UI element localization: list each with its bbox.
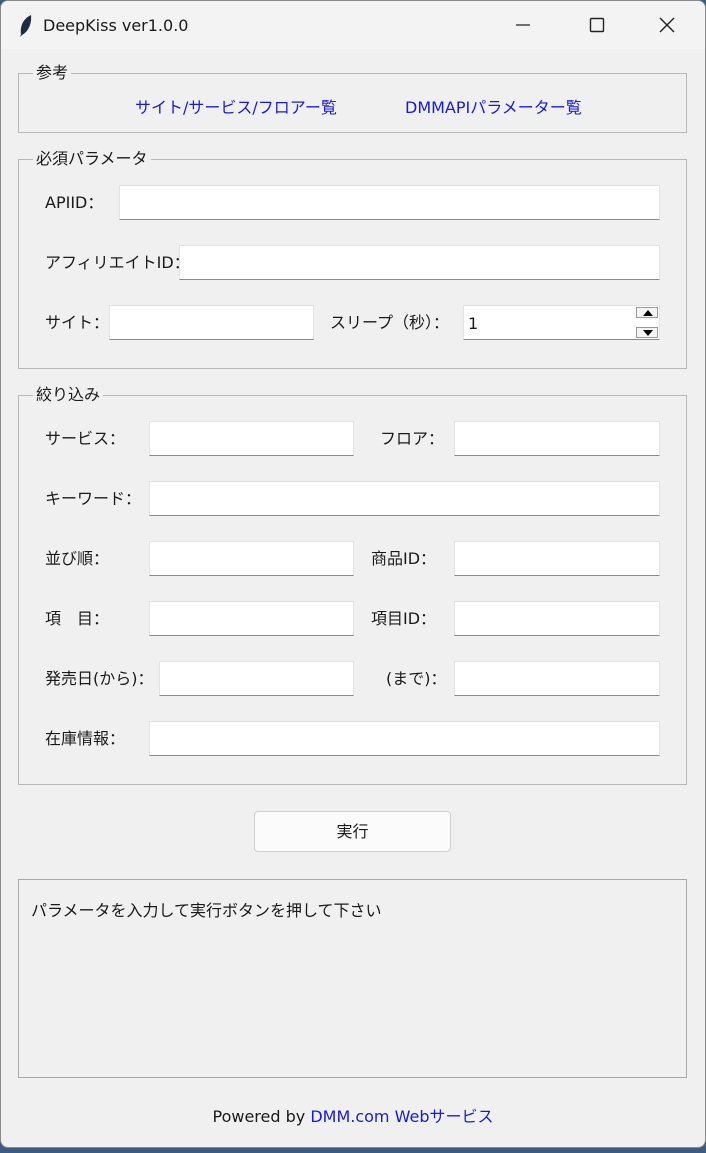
floor-input[interactable]	[454, 421, 660, 456]
release-date-to-label: (まで)：	[386, 669, 447, 688]
required-params-group: 必須パラメータ APIID： アフィリエイトID： サイト： スリープ（秒）： …	[18, 149, 687, 369]
powered-by-text: Powered by	[212, 1107, 306, 1126]
sort-label: 並び順：	[45, 549, 110, 568]
output-textarea[interactable]: パラメータを入力して実行ボタンを押して下さい	[18, 879, 687, 1078]
product-id-input[interactable]	[454, 541, 660, 576]
spin-down-button[interactable]	[636, 327, 658, 338]
title-bar: DeepKiss ver1.0.0	[1, 1, 705, 49]
triangle-up-icon	[643, 310, 653, 316]
product-id-label: 商品ID：	[371, 549, 437, 568]
spin-up-button[interactable]	[636, 307, 658, 318]
dmm-webservice-link[interactable]: DMM.com Webサービス	[310, 1107, 493, 1126]
app-window: DeepKiss ver1.0.0 参考 サイト/サービス/フロアー覧 DMMA…	[0, 0, 706, 1148]
minimize-icon	[516, 24, 530, 26]
service-input[interactable]	[149, 421, 354, 456]
filter-group: 絞り込み サービス： フロア： キーワード： 並び順： 商品ID： 項 目： 項…	[18, 385, 687, 785]
sleep-seconds-label: スリープ（秒）：	[330, 313, 450, 332]
triangle-down-icon	[643, 330, 653, 336]
release-date-from-input[interactable]	[159, 661, 354, 696]
status-message: パラメータを入力して実行ボタンを押して下さい	[31, 901, 382, 920]
stock-info-input[interactable]	[149, 721, 660, 756]
stock-info-label: 在庫情報：	[45, 729, 126, 748]
affiliate-id-input[interactable]	[179, 245, 660, 280]
keyword-label: キーワード：	[45, 489, 142, 508]
footer: Powered by DMM.com Webサービス	[1, 1103, 705, 1127]
minimize-button[interactable]	[493, 1, 553, 49]
filter-legend: 絞り込み	[33, 385, 104, 405]
reference-group: 参考 サイト/サービス/フロアー覧 DMMAPIパラメーター覧	[18, 63, 687, 133]
sleep-seconds-spinbox[interactable]: 1	[463, 305, 660, 340]
maximize-icon	[589, 17, 605, 33]
window-title: DeepKiss ver1.0.0	[43, 16, 189, 35]
site-input[interactable]	[109, 305, 314, 340]
sort-input[interactable]	[149, 541, 354, 576]
release-date-from-label: 発売日(から)：	[45, 669, 154, 688]
site-label: サイト：	[45, 313, 110, 332]
keyword-input[interactable]	[149, 481, 660, 516]
close-icon	[659, 17, 675, 33]
close-button[interactable]	[637, 1, 697, 49]
required-params-legend: 必須パラメータ	[33, 149, 151, 169]
maximize-button[interactable]	[567, 1, 627, 49]
run-button[interactable]: 実行	[254, 811, 451, 852]
item-input[interactable]	[149, 601, 354, 636]
dmm-api-parameter-list-link[interactable]: DMMAPIパラメーター覧	[405, 94, 582, 118]
reference-legend: 参考	[33, 63, 72, 83]
affiliate-id-label: アフィリエイトID：	[45, 253, 190, 272]
service-label: サービス：	[45, 429, 126, 448]
item-id-label: 項目ID：	[371, 609, 437, 628]
site-service-floor-list-link[interactable]: サイト/サービス/フロアー覧	[135, 94, 337, 118]
api-id-label: APIID：	[45, 193, 104, 212]
item-id-input[interactable]	[454, 601, 660, 636]
floor-label: フロア：	[380, 429, 445, 448]
item-label: 項 目：	[45, 609, 110, 628]
feather-icon	[20, 15, 32, 37]
release-date-to-input[interactable]	[454, 661, 660, 696]
api-id-input[interactable]	[119, 185, 660, 220]
